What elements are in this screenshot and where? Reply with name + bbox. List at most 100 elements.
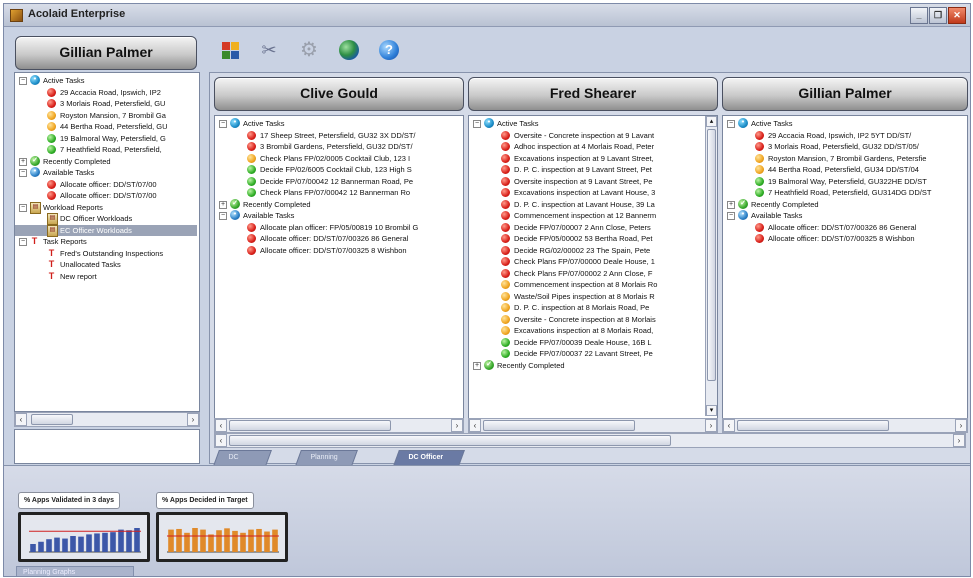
tree-item[interactable]: Commencement inspection at 12 Bannerm — [469, 210, 703, 221]
collapse-toggle[interactable]: − — [473, 120, 481, 128]
tree-item[interactable]: Oversite - Concrete inspection at 9 Lava… — [469, 130, 703, 141]
tab-dc-graphs[interactable]: DC Graphs — [213, 450, 272, 475]
tree-item[interactable]: Check Plans FP/07/00000 Deale House, 1 — [469, 256, 703, 267]
tree-item[interactable]: T Unallocated Tasks — [15, 259, 197, 270]
help-icon[interactable]: ? — [379, 40, 399, 60]
collapse-toggle[interactable]: − — [19, 169, 27, 177]
tree-item[interactable]: Oversite - Concrete inspection at 8 Morl… — [469, 314, 703, 325]
tree-item[interactable]: Decide FP/07/00039 Deale House, 16B L — [469, 337, 703, 348]
left-horizontal-scrollbar[interactable]: ‹ › — [14, 412, 200, 427]
expand-toggle[interactable]: + — [19, 157, 27, 166]
scroll-thumb[interactable] — [483, 420, 635, 431]
tree-item[interactable]: ▤ DC Officer Workloads — [15, 213, 197, 225]
tree-item[interactable]: 19 Balmoral Way, Petersfield, G — [15, 133, 197, 144]
scroll-right-arrow[interactable]: › — [187, 413, 199, 426]
tree-item[interactable]: Allocate officer: DD/ST/07/00 — [15, 190, 197, 201]
officer-header[interactable]: Fred Shearer — [468, 77, 718, 111]
tree-item[interactable]: 3 Brombil Gardens, Petersfield, GU32 DD/… — [215, 141, 463, 152]
tree-item[interactable]: Decide FP/07/00037 22 Lavant Street, Pe — [469, 348, 703, 359]
tree-item[interactable]: 3 Morlais Road, Petersfield, GU — [15, 98, 197, 109]
minimize-button[interactable]: _ — [910, 7, 928, 24]
scroll-right-arrow[interactable]: › — [955, 419, 967, 432]
tree-item[interactable]: Check Plans FP/02/0005 Cocktail Club, 12… — [215, 153, 463, 164]
tree-item[interactable]: Decide FP/05/00002 53 Bertha Road, Pet — [469, 233, 703, 244]
collapse-toggle[interactable]: − — [19, 77, 27, 85]
tree-group[interactable]: − • Active Tasks — [723, 118, 967, 129]
tree-item[interactable]: Check Plans FP/07/00002 2 Ann Close, F — [469, 268, 703, 279]
collapse-toggle[interactable]: − — [727, 212, 735, 220]
tree-item[interactable]: 19 Balmoral Way, Petersfield, GU322HE DD… — [723, 176, 967, 187]
tree-item[interactable]: Allocate officer: DD/ST/07/00325 8 Wishb… — [215, 245, 463, 256]
tab-planning-graphs[interactable]: Planning Graphs — [16, 566, 134, 576]
scroll-left-arrow[interactable]: ‹ — [215, 419, 227, 432]
tree-item[interactable]: Excavations inspection at Lavant House, … — [469, 187, 703, 198]
globe-icon[interactable] — [339, 40, 359, 60]
tree-item[interactable]: 17 Sheep Street, Petersfield, GU32 3X DD… — [215, 130, 463, 141]
expand-toggle[interactable]: + — [219, 200, 227, 209]
tree-item[interactable]: Allocate plan officer: FP/05/00819 10 Br… — [215, 222, 463, 233]
tree-item[interactable]: 44 Bertha Road, Petersfield, GU34 DD/ST/… — [723, 164, 967, 175]
column-horizontal-scrollbar[interactable]: ‹ › — [722, 418, 968, 433]
officer-header[interactable]: Gillian Palmer — [722, 77, 968, 111]
tree-item[interactable]: Allocate officer: DD/ST/07/00325 8 Wishb… — [723, 233, 967, 244]
tree-item[interactable]: Commencement inspection at 8 Morlais Ro — [469, 279, 703, 290]
tree-item[interactable]: Adhoc inspection at 4 Morlais Road, Pete… — [469, 141, 703, 152]
tree-group[interactable]: − • Available Tasks — [15, 167, 197, 178]
tree-group[interactable]: − • Available Tasks — [723, 210, 967, 221]
tree-group[interactable]: + ✓ Recently Completed — [215, 198, 463, 210]
gear-icon[interactable]: ⚙ — [299, 40, 319, 60]
scroll-left-arrow[interactable]: ‹ — [469, 419, 481, 432]
tree-item[interactable]: D. P. C. inspection at 8 Morlais Road, P… — [469, 302, 703, 313]
tree-group[interactable]: − ▤ Workload Reports — [15, 201, 197, 214]
collapse-toggle[interactable]: − — [219, 120, 227, 128]
tree-item[interactable]: Royston Mansion, 7 Brombil Ga — [15, 110, 197, 121]
kpi-thumbnail-graph[interactable] — [156, 512, 288, 562]
scroll-thumb[interactable] — [737, 420, 889, 431]
tree-group[interactable]: + ✓ Recently Completed — [15, 155, 197, 167]
scroll-right-arrow[interactable]: › — [705, 419, 717, 432]
tree-item[interactable]: Decide FP/02/6005 Cocktail Club, 123 Hig… — [215, 164, 463, 175]
tree-item[interactable]: Decide FP/07/00007 2 Ann Close, Peters — [469, 222, 703, 233]
tree-group[interactable]: − • Active Tasks — [215, 118, 463, 129]
panel-horizontal-scrollbar[interactable]: ‹ › — [214, 433, 966, 448]
scroll-right-arrow[interactable]: › — [953, 434, 965, 447]
tree-group[interactable]: + ✓ Recently Completed — [723, 198, 967, 210]
tree-item[interactable]: Excavations inspection at 8 Morlais Road… — [469, 325, 703, 336]
cube-icon[interactable] — [221, 40, 241, 60]
scroll-thumb[interactable] — [707, 129, 716, 381]
tree-group[interactable]: − • Active Tasks — [469, 118, 703, 129]
collapse-toggle[interactable]: − — [19, 203, 27, 212]
tools-icon[interactable]: ✂ — [259, 40, 279, 60]
tree-item[interactable]: 29 Accacia Road, Ipswich, IP2 5YT DD/ST/ — [723, 130, 967, 141]
tree-item[interactable]: T New report — [15, 271, 197, 282]
scroll-right-arrow[interactable]: › — [451, 419, 463, 432]
scroll-thumb[interactable] — [31, 414, 73, 425]
tree-item[interactable]: D. P. C. inspection at 9 Lavant Street, … — [469, 164, 703, 175]
expand-toggle[interactable]: + — [727, 200, 735, 209]
tree-item[interactable]: Excavations inspection at 9 Lavant Stree… — [469, 153, 703, 164]
tree-group[interactable]: − • Available Tasks — [215, 210, 463, 221]
tree-item[interactable]: Waste/Soil Pipes inspection at 8 Morlais… — [469, 291, 703, 302]
tree-item[interactable]: Allocate officer: DD/ST/07/00326 86 Gene… — [723, 222, 967, 233]
tree-item[interactable]: Decide RG/02/00002 23 The Spain, Pete — [469, 245, 703, 256]
collapse-toggle[interactable]: − — [19, 238, 27, 246]
kpi-thumbnail-graph[interactable] — [18, 512, 150, 562]
restore-button[interactable]: ❐ — [929, 7, 947, 24]
tree-item[interactable]: 3 Morlais Road, Petersfield, GU32 DD/ST/… — [723, 141, 967, 152]
tree-item[interactable]: Decide FP/07/00042 12 Bannerman Road, Pe — [215, 176, 463, 187]
tree-group[interactable]: − • Active Tasks — [15, 75, 197, 86]
officer-header[interactable]: Clive Gould — [214, 77, 464, 111]
tree-item[interactable]: 7 Heathfield Road, Petersfield, — [15, 144, 197, 155]
tree-item[interactable]: ▤ EC Officer Workloads — [15, 224, 197, 237]
collapse-toggle[interactable]: − — [727, 120, 735, 128]
scroll-up-arrow[interactable]: ▴ — [706, 116, 717, 127]
tree-item[interactable]: Check Plans FP/07/00042 12 Bannerman Ro — [215, 187, 463, 198]
tree-item[interactable]: 44 Bertha Road, Petersfield, GU — [15, 121, 197, 132]
tree-group[interactable]: + ✓ Recently Completed — [469, 359, 703, 371]
tree-item[interactable]: Oversite inspection at 9 Lavant Street, … — [469, 176, 703, 187]
tree-item[interactable]: 7 Heathfield Road, Petersfield, GU314DG … — [723, 187, 967, 198]
tree-item[interactable]: Royston Mansion, 7 Brombil Gardens, Pete… — [723, 153, 967, 164]
tree-item[interactable]: T Fred's Outstanding Inspections — [15, 248, 197, 259]
tab-planning-portal[interactable]: Planning Portal — [295, 450, 359, 475]
scroll-left-arrow[interactable]: ‹ — [15, 413, 27, 426]
